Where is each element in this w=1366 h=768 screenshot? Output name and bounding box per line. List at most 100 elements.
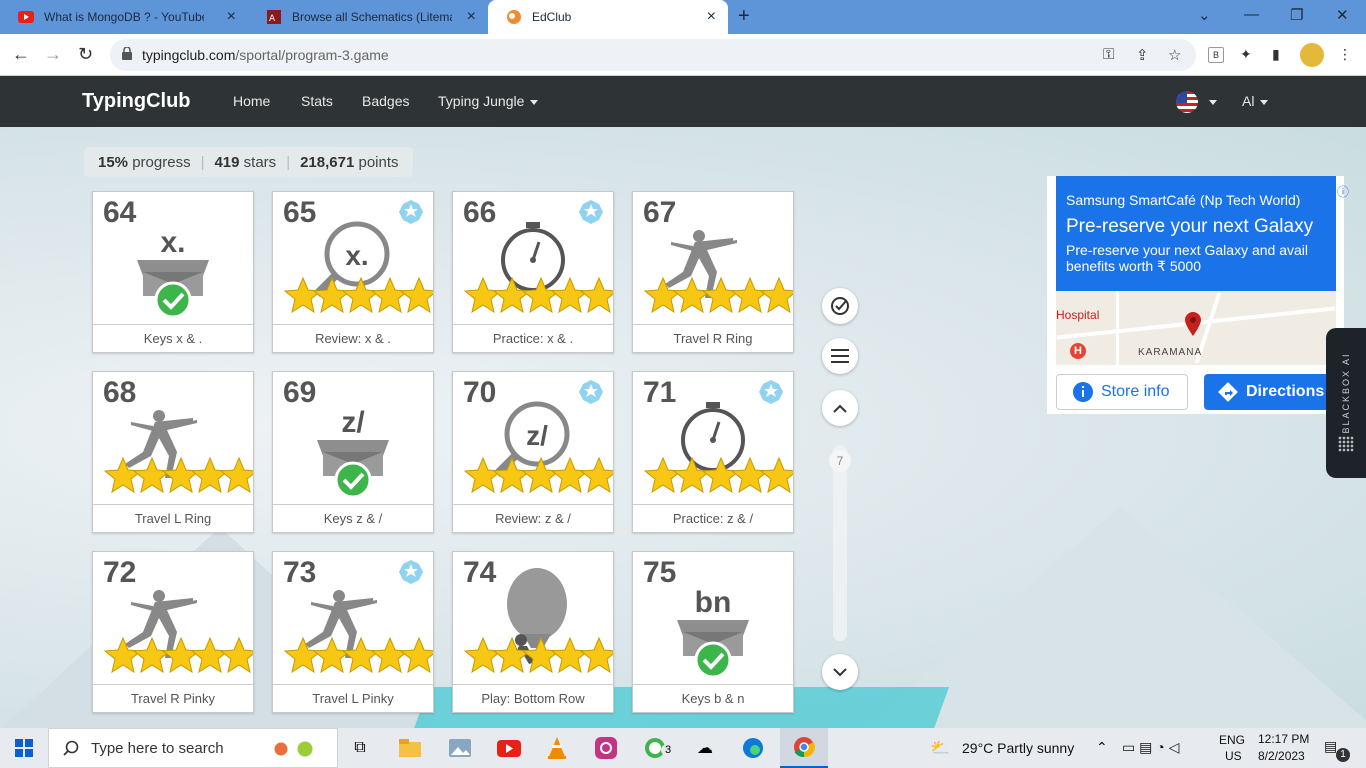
scroll-position[interactable]: 7 xyxy=(829,450,851,472)
tab-youtube[interactable]: What is MongoDB ? - YouTube × xyxy=(0,0,248,34)
lesson-card-70[interactable]: z/ 70 Review: z & / xyxy=(452,371,614,533)
tab-title: What is MongoDB ? - YouTube xyxy=(44,10,204,24)
minimize-icon[interactable]: — xyxy=(1244,6,1259,23)
typingclub-logo[interactable]: TypingClub xyxy=(82,90,191,113)
menu-button[interactable] xyxy=(822,338,858,374)
check-circle-icon xyxy=(154,281,192,319)
edge-icon[interactable] xyxy=(741,736,765,760)
file-explorer-icon[interactable] xyxy=(398,736,422,760)
blackbox-ai-tab[interactable]: BLACKBOX AI xyxy=(1326,328,1366,478)
lesson-card-69[interactable]: z/ 69 Keys z & / xyxy=(272,371,434,533)
ad-header[interactable]: Samsung SmartCafé (Np Tech World) Pre-re… xyxy=(1056,176,1336,291)
us-flag-icon[interactable] xyxy=(1176,91,1198,113)
url-text: typingclub.com/sportal/program-3.game xyxy=(142,47,389,63)
directions-label: Directions xyxy=(1246,383,1325,400)
back-icon[interactable]: ← xyxy=(12,44,30,64)
lesson-number: 67 xyxy=(643,196,677,229)
scroll-track[interactable] xyxy=(833,445,847,641)
tab-search-icon[interactable]: ⌄ xyxy=(1198,6,1211,24)
nav-badges[interactable]: Badges xyxy=(362,93,409,109)
magnifier-icon: x. xyxy=(314,221,390,297)
scroll-up-button[interactable] xyxy=(822,390,858,426)
tab-litematica[interactable]: A Browse all Schematics (Litematica × xyxy=(248,0,488,34)
clock-date[interactable]: 8/2/2023 xyxy=(1258,749,1305,763)
directions-button[interactable]: Directions xyxy=(1204,374,1336,410)
vlc-icon[interactable] xyxy=(545,736,569,760)
chrome-icon[interactable] xyxy=(780,728,828,768)
weather-text[interactable]: 29°C Partly sunny xyxy=(962,740,1074,756)
lesson-card-67[interactable]: 67 Travel R Ring xyxy=(632,191,794,353)
ad-map[interactable]: Hospital H KARAMANA xyxy=(1056,291,1336,365)
check-circle-icon xyxy=(334,461,372,499)
chevron-up-icon[interactable]: ⌃ xyxy=(1096,739,1108,756)
reload-icon[interactable]: ↻ xyxy=(78,44,93,64)
blackbox-label: BLACKBOX AI xyxy=(1341,352,1351,434)
share-icon[interactable]: ⇪ xyxy=(1136,46,1149,64)
lesson-card-71[interactable]: 71 Practice: z & / xyxy=(632,371,794,533)
litematica-icon: A xyxy=(266,9,282,25)
address-bar[interactable]: typingclub.com/sportal/program-3.game ⚿ … xyxy=(110,39,1196,71)
lesson-card-66[interactable]: 66 Practice: x & . xyxy=(452,191,614,353)
close-tab-icon[interactable]: × xyxy=(227,9,236,25)
svg-text:A: A xyxy=(269,14,276,24)
forward-icon[interactable]: → xyxy=(44,44,62,64)
speed-badge-icon xyxy=(399,200,423,224)
close-tab-icon[interactable]: × xyxy=(707,9,716,25)
language-us[interactable]: US xyxy=(1225,749,1242,763)
ad-body: Pre-reserve your next Galaxy and avail b… xyxy=(1066,242,1308,274)
windows-start-icon[interactable] xyxy=(12,736,36,760)
taskbar-search[interactable]: Type here to search xyxy=(48,728,338,768)
chevron-up-icon xyxy=(833,404,847,413)
app-icon[interactable]: ☁ xyxy=(693,736,717,760)
profile-avatar[interactable] xyxy=(1300,43,1324,67)
lunge-figure-icon xyxy=(125,590,197,658)
tray-icons[interactable]: ▭ ▤ ◔ ◁ xyxy=(1122,739,1179,756)
user-menu[interactable]: Al xyxy=(1242,93,1269,109)
lesson-label: Practice: x & . xyxy=(453,324,613,352)
lesson-number: 69 xyxy=(283,376,317,409)
lunge-figure-icon xyxy=(125,410,197,478)
bookmark-star-icon[interactable]: ☆ xyxy=(1168,46,1181,64)
key-icon[interactable]: ⚿ xyxy=(1103,46,1114,63)
store-info-button[interactable]: Store info xyxy=(1056,374,1188,410)
lesson-card-74[interactable]: 74 Play: Bottom Row xyxy=(452,551,614,713)
search-highlight-icon xyxy=(263,735,323,763)
nav-typing-jungle[interactable]: Typing Jungle xyxy=(438,93,539,109)
side-panel-icon[interactable]: ▮ xyxy=(1272,46,1280,63)
language-dropdown[interactable] xyxy=(1203,93,1217,109)
language-eng[interactable]: ENG xyxy=(1219,733,1245,747)
lesson-card-68[interactable]: 68 Travel L Ring xyxy=(92,371,254,533)
tab-edclub[interactable]: EdClub × xyxy=(488,0,728,34)
advertisement[interactable]: Samsung SmartCafé (Np Tech World) Pre-re… xyxy=(1047,176,1349,414)
extension-b-icon[interactable]: B xyxy=(1208,47,1224,63)
check-progress-button[interactable] xyxy=(822,288,858,324)
task-view-icon[interactable]: ⧉ xyxy=(348,736,372,760)
new-tab-icon[interactable]: + xyxy=(738,6,750,26)
nav-stats[interactable]: Stats xyxy=(301,93,333,109)
whatsapp-icon[interactable]: 3 xyxy=(643,736,675,760)
points-label: points xyxy=(358,153,399,171)
lesson-number: 64 xyxy=(103,196,137,229)
restore-icon[interactable]: ❐ xyxy=(1290,6,1303,24)
menu-kebab-icon[interactable]: ⋮ xyxy=(1338,46,1352,63)
svg-text:x.: x. xyxy=(160,226,185,259)
photos-icon[interactable] xyxy=(448,736,472,760)
lesson-label: Travel L Pinky xyxy=(273,684,433,712)
ad-info-icon[interactable]: ⓘ xyxy=(1337,183,1349,200)
youtube-app-icon[interactable] xyxy=(497,736,521,760)
lesson-card-75[interactable]: bn 75 Keys b & n xyxy=(632,551,794,713)
scroll-down-button[interactable] xyxy=(822,654,858,690)
extensions-puzzle-icon[interactable]: ✦ xyxy=(1240,46,1252,63)
ad-headline: Pre-reserve your next Galaxy xyxy=(1066,216,1314,237)
lesson-card-72[interactable]: 72 Travel R Pinky xyxy=(92,551,254,713)
edclub-icon xyxy=(506,9,522,25)
close-tab-icon[interactable]: × xyxy=(467,9,476,25)
lesson-card-73[interactable]: 73 Travel L Pinky xyxy=(272,551,434,713)
lesson-card-65[interactable]: x. 65 Review: x & . xyxy=(272,191,434,353)
nav-home[interactable]: Home xyxy=(233,93,270,109)
instagram-icon[interactable] xyxy=(594,736,618,760)
lesson-card-64[interactable]: x. 64 Keys x & . xyxy=(92,191,254,353)
close-window-icon[interactable]: ✕ xyxy=(1336,6,1349,24)
clock-time[interactable]: 12:17 PM xyxy=(1258,732,1309,746)
lesson-number: 71 xyxy=(643,376,677,409)
